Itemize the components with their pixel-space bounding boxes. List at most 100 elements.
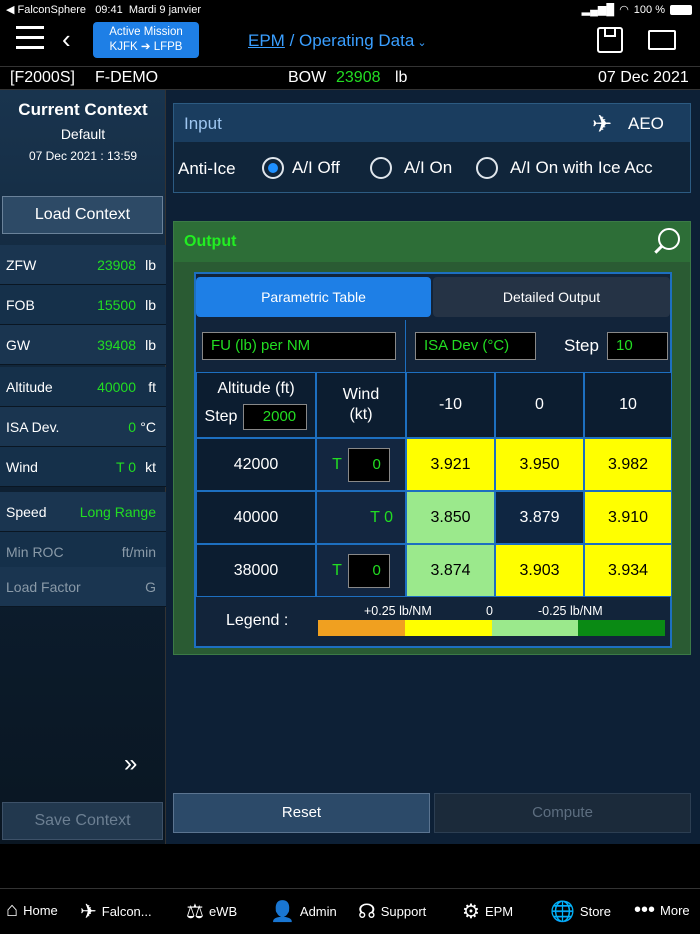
wind-input[interactable]: 0 (347, 447, 390, 482)
info-date: 07 Dec 2021 (598, 69, 689, 86)
value-cell: 3.934 (584, 544, 672, 597)
bottom-tab-bar: ⌂ Home ✈ Falcon... ⚖ eWB 👤 Admin ☊ Support ⚙ E… (0, 888, 700, 934)
aircraft-type: [F2000S] (10, 69, 75, 86)
altitude-cell: 40000 (196, 491, 316, 544)
registration: F-DEMO (95, 69, 159, 86)
bow-unit: lb (395, 69, 408, 86)
sidebar-row-zfw[interactable]: ZFW 23908 lb (0, 245, 166, 285)
wind-cell: T 0 (316, 491, 406, 544)
chevron-down-icon[interactable]: ⌄ (414, 37, 426, 49)
epm-link[interactable]: EPM (248, 31, 285, 50)
battery-icon (670, 4, 692, 15)
reset-button[interactable]: Reset (173, 793, 430, 833)
tab-label: EPM (484, 904, 514, 919)
search-icon-handle (654, 245, 663, 254)
isa-dev-selector[interactable]: ISA Dev (°C) (415, 332, 536, 360)
tab-label: Admin (299, 904, 337, 919)
tab-detailed-output[interactable]: Detailed Output (433, 277, 670, 317)
more-icon: ••• (634, 899, 656, 921)
globe-icon: 🌐 (550, 901, 575, 923)
row-unit: kt (145, 459, 156, 475)
tab-parametric-table[interactable]: Parametric Table (196, 277, 431, 317)
sidebar-row-altitude[interactable]: Altitude 40000 ft (0, 367, 166, 407)
radio-icon[interactable] (370, 157, 392, 179)
altitude-step-input[interactable]: 2000 (243, 404, 308, 430)
status-date: Mardi 9 janvier (128, 4, 201, 16)
radio-selected-icon[interactable] (262, 157, 284, 179)
row-value: 40000 (97, 379, 136, 395)
sidebar-row-gw[interactable]: GW 39408 lb (0, 325, 166, 365)
row-label: Wind (6, 459, 38, 475)
tab-label: Falcon... (101, 904, 152, 919)
tab-label: Home (23, 903, 58, 918)
epm-icon: ⚙ (462, 901, 480, 923)
ai-on-option[interactable]: A/I On (370, 157, 452, 179)
context-sidebar: Current Context Default 07 Dec 2021 : 13… (0, 90, 166, 844)
wind-header: Wind (kt) (316, 372, 406, 438)
engine-mode: AEO (628, 114, 664, 133)
tab-label: Support (380, 904, 427, 919)
tab-label: More (660, 903, 690, 918)
back-app-icon[interactable]: ◀ (6, 4, 18, 16)
sidebar-row-fob[interactable]: FOB 15500 lb (0, 285, 166, 325)
tab-more[interactable]: ••• More (634, 899, 690, 922)
radio-icon[interactable] (476, 157, 498, 179)
value-cell: 3.879 (495, 491, 584, 544)
tab-home[interactable]: ⌂ Home (6, 899, 58, 922)
nav-title[interactable]: EPM / Operating Data ⌄ (248, 31, 427, 51)
bow-label: BOW (288, 69, 327, 86)
tab-falcon[interactable]: ✈ Falcon... (80, 899, 152, 924)
section-title: / Operating Data (289, 31, 415, 50)
altitude-step-label: Step (204, 408, 238, 425)
tab-store[interactable]: 🌐 Store (550, 899, 611, 924)
nav-bar: ‹ Active Mission KJFK ➔ LFPB EPM / Opera… (0, 18, 700, 66)
value-cell: 3.950 (495, 438, 584, 491)
folder-icon[interactable] (648, 30, 676, 50)
legend-label: Legend : (226, 612, 289, 629)
save-context-button[interactable]: Save Context (2, 802, 163, 840)
headset-icon: ☊ (358, 901, 376, 923)
row-unit: ft/min (121, 544, 156, 560)
col-header: 0 (495, 372, 584, 438)
input-header: Input ✈ AEO (174, 104, 690, 142)
row-unit: lb (145, 337, 156, 353)
airplane-icon: ✈ (592, 111, 613, 138)
sidebar-row-wind[interactable]: Wind T 0 kt (0, 447, 166, 487)
active-mission-button[interactable]: Active Mission KJFK ➔ LFPB (93, 22, 199, 58)
runway-icon: ✈ (80, 901, 97, 923)
admin-icon: 👤 (270, 901, 295, 923)
fu-selector[interactable]: FU (lb) per NM (202, 332, 396, 360)
legend-color-bar (318, 620, 665, 636)
back-chevron-icon[interactable]: ‹ (62, 24, 71, 55)
row-unit: °C (140, 419, 156, 435)
tab-label: Store (579, 904, 611, 919)
sidebar-row-isa-dev[interactable]: ISA Dev. 0 °C (0, 407, 166, 447)
sidebar-row-load-factor: Load Factor G (0, 567, 166, 607)
tab-admin[interactable]: 👤 Admin (270, 899, 337, 924)
altitude-header-label: Altitude (ft) (217, 380, 295, 397)
tab-support[interactable]: ☊ Support (358, 899, 426, 924)
isa-step-input[interactable]: 10 (607, 332, 668, 360)
menu-icon[interactable] (16, 26, 44, 49)
isa-step-label: Step (564, 336, 599, 355)
sidebar-row-speed[interactable]: Speed Long Range (0, 492, 166, 532)
info-bar: [F2000S] F-DEMO BOW 23908 lb 07 Dec 2021 (0, 66, 700, 90)
row-label: Altitude (6, 379, 53, 395)
wind-input[interactable]: 0 (347, 553, 390, 588)
sidebar-row-min-roc: Min ROC ft/min (0, 532, 166, 572)
altitude-cell: 38000 (196, 544, 316, 597)
expand-chevron-icon[interactable]: » (124, 750, 137, 778)
save-icon[interactable] (597, 27, 623, 53)
input-title: Input (184, 114, 222, 133)
context-name: Default (60, 126, 106, 142)
load-context-button[interactable]: Load Context (2, 196, 163, 234)
ai-off-option[interactable]: A/I Off (262, 157, 340, 179)
input-panel: Input ✈ AEO Anti-Ice A/I Off A/I On A/I … (173, 103, 691, 193)
compute-button[interactable]: Compute (434, 793, 691, 833)
tab-epm[interactable]: ⚙ EPM (462, 899, 513, 924)
balance-icon: ⚖ (186, 901, 204, 923)
row-label: ISA Dev. (6, 419, 60, 435)
wind-value: T 0 (370, 508, 393, 526)
ai-on-ice-acc-option[interactable]: A/I On with Ice Acc (476, 157, 653, 179)
tab-ewb[interactable]: ⚖ eWB (186, 899, 237, 924)
